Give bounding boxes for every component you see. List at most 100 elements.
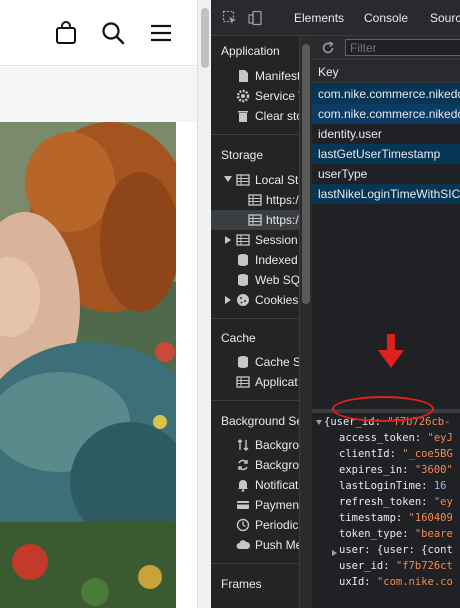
sidebar-item-application-cache[interactable]: Applicat [211,372,299,392]
sidebar-item-label: Indexed [255,253,298,267]
site-banner-area [0,67,197,122]
tab-elements[interactable]: Elements [294,11,344,25]
divider [211,400,299,401]
sidebar-scrollbar[interactable] [300,36,312,608]
page-scrollbar[interactable] [197,0,211,608]
sidebar-item-label: https:/ [266,193,299,207]
sidebar-item-web-sql[interactable]: Web SQ [211,270,299,290]
sidebar-item-label: Local Sto [255,173,299,187]
table-row[interactable]: com.nike.commerce.nikedo [312,104,460,124]
table-row[interactable]: lastNikeLoginTimeWithSICl [312,184,460,204]
json-key: user_id: [339,560,396,572]
sidebar-item-label: Cache St [255,355,300,369]
sidebar-item-label: Backgro [255,438,300,452]
json-key: expires_in: [339,464,415,476]
json-key: lastLoginTime: [339,480,434,492]
sidebar-item-background-sync[interactable]: Backgro [211,455,300,475]
sidebar-scrollbar-thumb[interactable] [302,44,310,304]
grid-icon [248,214,262,226]
sidebar-item-label: Session [255,233,298,247]
grid-icon [236,234,250,246]
sidebar-item-session-storage[interactable]: Session [211,230,299,250]
grid-icon [248,194,262,206]
sidebar-item-label: Clear sto [255,109,300,123]
json-key-access-token: access_token: [339,432,428,444]
json-line: lastLoginTime: 16 [339,480,446,492]
divider [211,318,299,319]
page-margin [176,122,197,608]
sidebar-item-local-origin-1[interactable]: https:/ [211,190,299,210]
filter-input[interactable] [345,39,460,56]
json-line: access_token: "eyJ [339,432,453,444]
json-value: "f7b726ct [395,560,453,572]
json-preview: {user_id: "f7b726cb- access_token: "eyJ … [312,414,460,608]
sidebar-item-local-origin-2[interactable]: https:/ [211,210,299,230]
filter-bar [312,36,460,60]
json-key: uxId: [339,576,377,588]
json-value: "ey [433,496,453,508]
section-frames: Frames [221,577,262,591]
sidebar-item-notifications[interactable]: Notificat [211,475,299,495]
sidebar-item-label: Notificat [255,478,299,492]
column-header-key[interactable]: Key [312,61,460,83]
json-value: "com.nike.co [376,576,453,588]
sidebar-item-label: https:/ [266,213,299,227]
collapse-arrow-icon[interactable] [316,420,322,425]
table-row[interactable]: userType [312,164,460,184]
sidebar-item-cookies[interactable]: Cookies [211,290,299,310]
sidebar-item-local-storage[interactable]: Local Sto [211,170,299,190]
json-key: clientId: [339,448,403,460]
json-value: "eyJ [427,432,453,444]
database-icon [238,356,248,368]
hero-photo-illustration [0,122,176,608]
section-storage: Storage [221,148,264,162]
json-line: refresh_token: "ey [339,496,453,508]
clock-icon [236,518,250,532]
sidebar-item-service-workers[interactable]: Service W [211,86,299,106]
json-line: user_id: "f7b726ct [339,560,453,572]
sidebar-item-background-fetch[interactable]: Backgro [211,435,300,455]
devtools-panel: Elements Console Sourc Application Manif… [211,0,460,608]
json-line: uxId: "com.nike.co [339,576,453,588]
site-header [0,0,197,66]
gear-icon [236,89,250,103]
bell-icon [238,480,248,492]
table-row[interactable]: lastGetUserTimestamp [312,144,460,164]
application-sidebar: Application Manifest Service W Clear sto… [211,36,300,608]
sidebar-item-indexeddb[interactable]: Indexed [211,250,299,270]
inspect-element-icon[interactable] [222,10,238,26]
sidebar-item-label: Manifest [255,69,300,83]
sidebar-item-label: Periodic [255,518,299,532]
table-row[interactable]: identity.user [312,124,460,144]
json-line[interactable]: user: {user: {cont [339,544,453,556]
sidebar-item-periodic-sync[interactable]: Periodic [211,515,299,535]
page-scrollbar-thumb[interactable] [201,8,209,68]
section-application: Application [221,44,280,58]
sidebar-item-label: Cookies [255,293,299,307]
devtools-toolbar: Elements Console Sourc [211,0,460,36]
refresh-icon[interactable] [321,41,335,55]
menu-icon[interactable] [148,20,174,46]
sidebar-item-label: Backgro [255,458,300,472]
sidebar-item-clear-storage[interactable]: Clear sto [211,106,300,126]
device-toolbar-icon[interactable] [248,10,264,26]
tab-sources[interactable]: Sourc [430,11,460,25]
expand-arrow-icon[interactable] [332,550,337,556]
database-icon [238,254,248,266]
sidebar-item-push-messaging[interactable]: Push Me [211,535,299,555]
sidebar-item-payment-handler[interactable]: Paymen [211,495,300,515]
json-key: user: {user: {cont [339,544,453,556]
json-key: refresh_token: [339,496,434,508]
tab-console[interactable]: Console [364,11,408,25]
search-icon[interactable] [100,20,126,46]
expand-arrow-icon[interactable] [224,176,232,182]
hero-image[interactable] [0,122,176,608]
arrows-updown-icon [237,439,249,451]
sidebar-item-label: Paymen [255,498,300,512]
sidebar-item-manifest[interactable]: Manifest [211,66,300,86]
table-row[interactable]: com.nike.commerce.nikedo [312,84,460,104]
expand-arrow-icon[interactable] [225,296,231,304]
expand-arrow-icon[interactable] [225,236,231,244]
shopping-bag-icon[interactable] [53,20,79,46]
sidebar-item-cache-storage[interactable]: Cache St [211,352,300,372]
